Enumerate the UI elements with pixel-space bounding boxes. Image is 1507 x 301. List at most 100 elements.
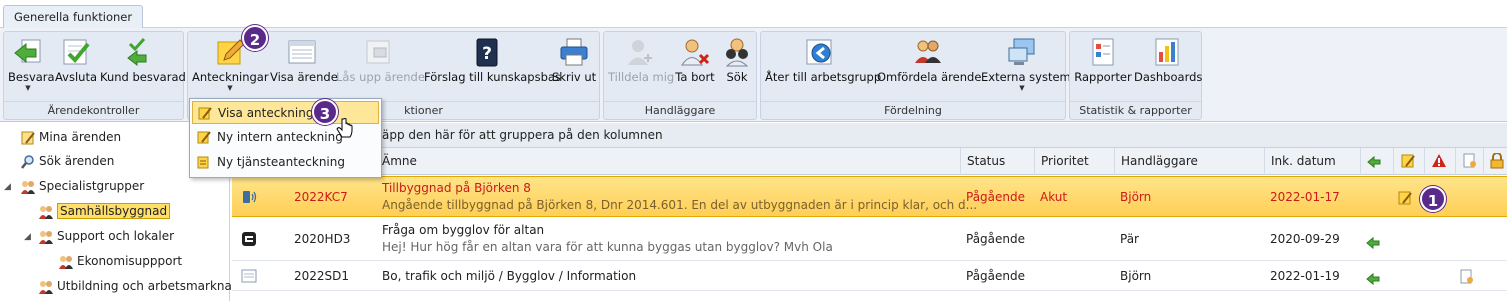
ribbon-group-statistik: Rapporter Dashboards Statistik & rapport… [1069,31,1202,120]
notes-icon [197,131,211,144]
column-header-replied[interactable] [1360,148,1393,175]
case-title: Tillbyggnad på Björken 8 [382,181,531,195]
column-header-handler[interactable]: Handläggare [1114,148,1264,175]
ta-bort-label: Ta bort [675,70,715,84]
case-id: 2020HD3 [294,232,351,246]
case-title: Bo, trafik och miljö / Bygglov / Informa… [382,269,637,283]
reply-green-arrow-icon [14,39,41,64]
tree-item-ekonomisuppport[interactable]: Ekonomisuppport [58,251,182,271]
group-title: Handläggare [604,101,756,119]
case-status: Pågående [966,269,1026,283]
column-header-subject[interactable]: Ämne [375,148,960,175]
omfordela-arende-label: Omfördela ärende [877,70,982,84]
group-users-icon [39,230,53,244]
column-header-notes[interactable] [1393,148,1424,175]
skriv-ut-label: Skriv ut [552,70,597,84]
externa-system-button[interactable]: Externa system ▼ [981,36,1071,94]
binoculars-icon [725,38,749,67]
tree-item-utbildning[interactable]: Utbildning och arbetsmarknad [38,276,239,296]
case-id: 2022SD1 [294,269,350,283]
tree-item-support-och-lokaler[interactable]: Support och lokaler [38,226,174,246]
ribbon-group-fordelning: Åter till arbetsgrupp Omfördela ärende E… [760,31,1071,120]
magnifier-icon [21,154,34,169]
case-priority: Akut [1040,190,1068,204]
kund-besvarad-button[interactable]: Kund besvarad [100,36,186,94]
case-title: Fråga om bygglov för altan [382,223,545,237]
assign-me-icon [628,40,652,65]
notes-icon[interactable] [1397,190,1413,206]
tree-item-mina-arenden[interactable]: Mina ärenden [20,127,121,147]
reassign-users-icon [915,40,941,63]
column-header-status[interactable]: Status [960,148,1034,175]
skriv-ut-button[interactable]: Skriv ut [552,36,596,94]
view-case-icon [288,40,316,64]
column-header-date[interactable]: Ink. datum [1264,148,1360,175]
avsluta-button[interactable]: Avsluta [54,36,98,94]
forslag-kunskapsbas-label: Förslag till kunskapsbas [424,70,561,84]
tree-item-samhallsbyggnad[interactable]: Samhällsbyggnad [38,201,171,221]
besvara-label: Besvara [8,70,55,84]
menu-item-ny-tjansteanteckning[interactable]: Ny tjänsteanteckning [192,151,379,174]
omfordela-arende-button[interactable]: Omfördela ärende [877,36,982,94]
group-title: Fördelning [761,101,1065,119]
email-channel-icon [242,232,256,246]
anteckningar-label: Anteckningar [192,70,269,84]
remove-user-icon [681,39,710,66]
tree-item-label: Support och lokaler [57,229,175,243]
table-row[interactable]: 2020HD3 Fråga om bygglov för altan Hej! … [232,218,1507,261]
tree-item-specialistgrupper[interactable]: Specialistgrupper [20,176,144,196]
notes-icon [198,107,212,120]
notes-icon [1401,154,1415,168]
case-status: Pågående [966,232,1026,246]
unlock-case-icon [366,40,390,64]
external-systems-icon [1008,38,1035,65]
group-users-icon [39,205,53,219]
hand-cursor-icon [336,118,353,138]
tree-item-sok-arenden[interactable]: Sök ärenden [20,151,114,171]
group-users-icon [59,255,73,269]
case-handler: Pär [1120,232,1139,246]
kund-besvarad-label: Kund besvarad [100,70,186,84]
service-note-icon [197,156,209,169]
rapporter-button[interactable]: Rapporter [1074,36,1132,94]
rapporter-label: Rapporter [1074,70,1132,84]
step-badge: 3 [312,99,338,125]
table-row[interactable]: 2022KC7 Tillbyggnad på Björken 8 Angåend… [232,176,1507,217]
case-description: Angående tillbyggnad på Björken 8, Dnr 2… [382,198,978,212]
tab-generella-funktioner[interactable]: Generella funktioner [3,5,144,29]
tree-item-label: Samhällsbyggnad [57,203,171,219]
table-row[interactable]: 2022SD1 Bo, trafik och miljö / Bygglov /… [232,262,1507,291]
column-header-warning[interactable] [1424,148,1455,175]
sok-button[interactable]: Sök [720,36,754,94]
notes-pencil-icon [217,39,245,65]
expand-arrow-icon[interactable]: ◢ [24,232,31,242]
dashboard-icon [1155,38,1179,66]
las-upp-arende-button[interactable]: Lås upp ärende [336,36,425,94]
checkmark-document-icon [63,39,90,65]
visa-arende-button[interactable]: Visa ärende [270,36,338,94]
tree-item-label: Specialistgrupper [39,179,145,193]
column-header-lock[interactable] [1483,148,1507,175]
expand-arrow-icon[interactable]: ◢ [4,182,11,192]
visa-arende-label: Visa ärende [270,70,338,84]
ater-till-arbetsgrupp-button[interactable]: Åter till arbetsgrupp [765,36,881,94]
knowledge-book-icon: ? [476,38,498,67]
ta-bort-button[interactable]: Ta bort [674,36,716,94]
column-header-attachment[interactable] [1455,148,1483,175]
group-users-icon [39,280,53,294]
document-key-icon [1463,153,1476,168]
las-upp-arende-label: Lås upp ärende [336,70,425,84]
group-by-hint[interactable]: äpp den här för att gruppera på den kolu… [232,123,1507,148]
ribbon-group-arendekontroller: Besvara ▼ Avsluta Kund besvarad Ärendeko… [3,31,186,120]
externa-system-label: Externa system [981,70,1071,84]
forslag-kunskapsbas-button[interactable]: ? Förslag till kunskapsbas [424,36,561,94]
tree-item-label: Mina ärenden [39,130,122,144]
return-to-group-icon [806,39,832,65]
tilldela-mig-button[interactable]: Tilldela mig [608,36,674,94]
case-date: 2020-09-29 [1270,232,1340,246]
dashboards-button[interactable]: Dashboards [1134,36,1202,94]
case-handler: Björn [1120,269,1152,283]
column-header-priority[interactable]: Prioritet [1034,148,1114,175]
case-grid: äpp den här för att gruppera på den kolu… [232,123,1507,301]
besvara-button[interactable]: Besvara ▼ [8,36,55,94]
